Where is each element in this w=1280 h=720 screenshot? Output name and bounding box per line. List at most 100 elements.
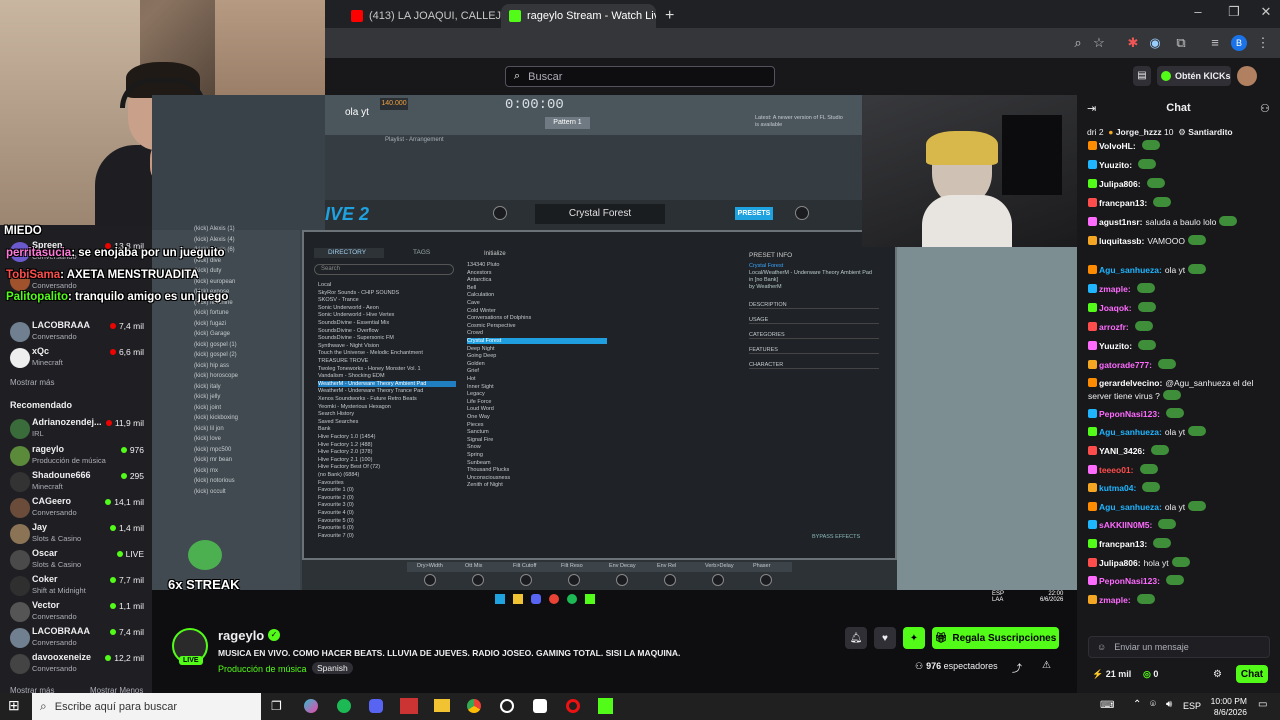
directory-item[interactable]: Bank	[318, 426, 331, 432]
chat-username[interactable]: Agu_sanhueza:	[1099, 502, 1162, 512]
chat-username[interactable]: agust1nsr:	[1099, 217, 1142, 227]
channel-name[interactable]: rageylo	[218, 628, 264, 643]
channel-rack-item[interactable]: (kick) love	[194, 436, 221, 442]
directory-item[interactable]: Saved Searches	[318, 419, 358, 425]
channel-rack-item[interactable]: (kick) hip ass	[194, 363, 229, 369]
channel-rack-item[interactable]: (kick) italy	[194, 384, 221, 390]
subscribe-icon[interactable]: ✦	[903, 627, 925, 649]
zoom-icon[interactable]: ⌕	[1070, 35, 1086, 51]
chrome-icon[interactable]	[467, 699, 481, 713]
channel-rack-item[interactable]: (kick) Alexis (4)	[194, 237, 235, 243]
sidebar-channel[interactable]: Jay Slots & Casino 1,4 mil	[0, 521, 152, 547]
preset-item[interactable]: Going Deep	[467, 353, 496, 359]
channel-rack-item[interactable]: (kick) european	[194, 279, 235, 285]
sidebar-channel[interactable]: Vector Conversando 1,1 mil	[0, 599, 152, 625]
task-view-icon[interactable]: ❐	[271, 699, 282, 713]
sidebar-channel[interactable]: Shadoune666 Minecraft 295	[0, 469, 152, 495]
chat-username[interactable]: gatorade777:	[1099, 360, 1152, 370]
directory-item[interactable]: SkyRor Sounds - CHIP SOUNDS	[318, 290, 399, 296]
preset-display[interactable]: Crystal Forest	[535, 204, 665, 224]
directory-item[interactable]: Favourite 4 (0)	[318, 510, 354, 516]
preset-item[interactable]: Conversations of Dolphins	[467, 315, 531, 321]
chat-users-icon[interactable]: ⚇	[1260, 102, 1270, 115]
extensions-puzzle-icon[interactable]: ⧉	[1173, 35, 1189, 51]
tab-directory[interactable]: DIRECTORY	[314, 248, 384, 258]
tray-arrow-icon[interactable]: ⌃	[1133, 699, 1141, 710]
app-icon[interactable]	[533, 699, 547, 713]
search-input[interactable]: ⌕ Buscar	[505, 66, 775, 87]
report-icon[interactable]: ⚠	[1042, 660, 1051, 671]
points-balance[interactable]: ◎ 0	[1143, 669, 1158, 680]
chat-username[interactable]: francpan13:	[1099, 198, 1147, 208]
preset-item[interactable]: Unconsciousness	[467, 475, 510, 481]
preset-item[interactable]: Cave	[467, 300, 480, 306]
tempo-display[interactable]: 140.000	[380, 98, 408, 110]
sidebar-channel[interactable]: Adrianozendej... IRL 11,9 mil	[0, 416, 152, 442]
preset-item[interactable]: Ancestors	[467, 270, 491, 276]
preset-item[interactable]: Pieces	[467, 422, 484, 428]
chat-username[interactable]: Julipa806:	[1099, 179, 1141, 189]
macro-knob[interactable]	[760, 574, 772, 586]
preset-item[interactable]: Bell	[467, 285, 476, 291]
directory-item[interactable]: Synthwave - Night Vision	[318, 343, 379, 349]
preset-item[interactable]: Inner Sight	[467, 384, 494, 390]
gift-subscriptions-button[interactable]: 🎁︎ Regala Suscripciones	[932, 627, 1059, 649]
directory-item[interactable]: Favourite 5 (0)	[318, 518, 354, 524]
preset-item[interactable]: Crowd	[467, 330, 483, 336]
chat-username[interactable]: sAKKIIN0M5:	[1099, 520, 1152, 530]
chat-username[interactable]: arrozfr:	[1099, 322, 1129, 332]
directory-item[interactable]: Favourites	[318, 480, 344, 486]
macro-knob[interactable]	[568, 574, 580, 586]
chat-username[interactable]: zmaple:	[1099, 284, 1131, 294]
channel-rack-item[interactable]: (kick) fugazi	[194, 321, 226, 327]
directory-item[interactable]: (no Bank) (6884)	[318, 472, 359, 478]
directory-item[interactable]: Favourite 1 (0)	[318, 487, 354, 493]
directory-item[interactable]: Favourite 3 (0)	[318, 502, 354, 508]
sidebar-channel[interactable]: xQc Minecraft 6,6 mil	[0, 345, 152, 371]
directory-item[interactable]: Vandalism - Shocking EDM	[318, 373, 385, 379]
preset-item[interactable]: One Way	[467, 414, 490, 420]
media-icon[interactable]: ≡	[1207, 35, 1223, 51]
directory-item[interactable]: Hive Factory 1.0 (1454)	[318, 434, 375, 440]
macro-knob[interactable]	[424, 574, 436, 586]
directory-item[interactable]: Hive Factory Best Of (72)	[318, 464, 380, 470]
notifications-icon[interactable]: ▭	[1258, 699, 1267, 710]
channel-rack-item[interactable]: (kick) notorious	[194, 478, 235, 484]
copilot-icon[interactable]	[304, 699, 318, 713]
pattern-selector[interactable]: Pattern 1	[545, 117, 590, 129]
sidebar-channel[interactable]: LACOBRAAA Conversando 7,4 mil	[0, 319, 152, 345]
chat-username[interactable]: kutma04:	[1099, 483, 1136, 493]
preset-item[interactable]: Legacy	[467, 391, 485, 397]
presets-button[interactable]: PRESETS	[735, 207, 773, 220]
extension-icon[interactable]: ✱	[1125, 35, 1141, 51]
preset-item[interactable]: 134340 Pluto	[467, 262, 499, 268]
chat-username[interactable]: Yuuzito:	[1099, 160, 1132, 170]
tab-tags[interactable]: TAGS	[389, 248, 459, 258]
directory-item[interactable]: Favourite 2 (0)	[318, 495, 354, 501]
sidebar-channel[interactable]: CAGeero Conversando 14,1 mil	[0, 495, 152, 521]
sidebar-channel[interactable]: Coker Shift at Midnight 7,7 mil	[0, 573, 152, 599]
preset-item[interactable]: Thousand Plucks	[467, 467, 509, 473]
minimize-icon[interactable]: –	[1190, 4, 1206, 20]
directory-item[interactable]: Search History	[318, 411, 354, 417]
maximize-icon[interactable]: ❐	[1226, 4, 1242, 20]
chat-username[interactable]: Joaqok:	[1099, 303, 1132, 313]
channel-rack-item[interactable]: (kick) Alexis (1)	[194, 226, 235, 232]
bookmark-star-icon[interactable]: ☆	[1091, 35, 1107, 51]
channel-rack-item[interactable]: (kick) horoscope	[194, 373, 238, 379]
channel-rack-item[interactable]: (kick) fortune	[194, 310, 229, 316]
preset-item[interactable]: Signal Fire	[467, 437, 493, 443]
chat-username[interactable]: teeeo01:	[1099, 465, 1134, 475]
chat-username[interactable]: VolvoHL:	[1099, 141, 1136, 151]
bypass-effects-toggle[interactable]: BYPASS EFFECTS	[812, 534, 860, 540]
preset-item[interactable]: Cold Winter	[467, 308, 496, 314]
send-chat-button[interactable]: Chat	[1236, 665, 1268, 683]
taskbar-search[interactable]: ⌕ Escribe aquí para buscar	[32, 693, 261, 720]
chat-username[interactable]: Yuuzito:	[1099, 341, 1132, 351]
directory-item[interactable]: TREASURE TROVE	[318, 358, 368, 364]
chat-username[interactable]: Agu_sanhueza:	[1099, 427, 1162, 437]
chat-username[interactable]: gerardelvecino:	[1099, 378, 1162, 388]
keyboard-icon[interactable]: ⌨	[1100, 700, 1114, 711]
browser-tab-kick[interactable]: rageylo Stream - Watch Live on... ✕	[501, 4, 656, 28]
directory-item[interactable]: SoundsDivine - Overflow	[318, 328, 379, 334]
